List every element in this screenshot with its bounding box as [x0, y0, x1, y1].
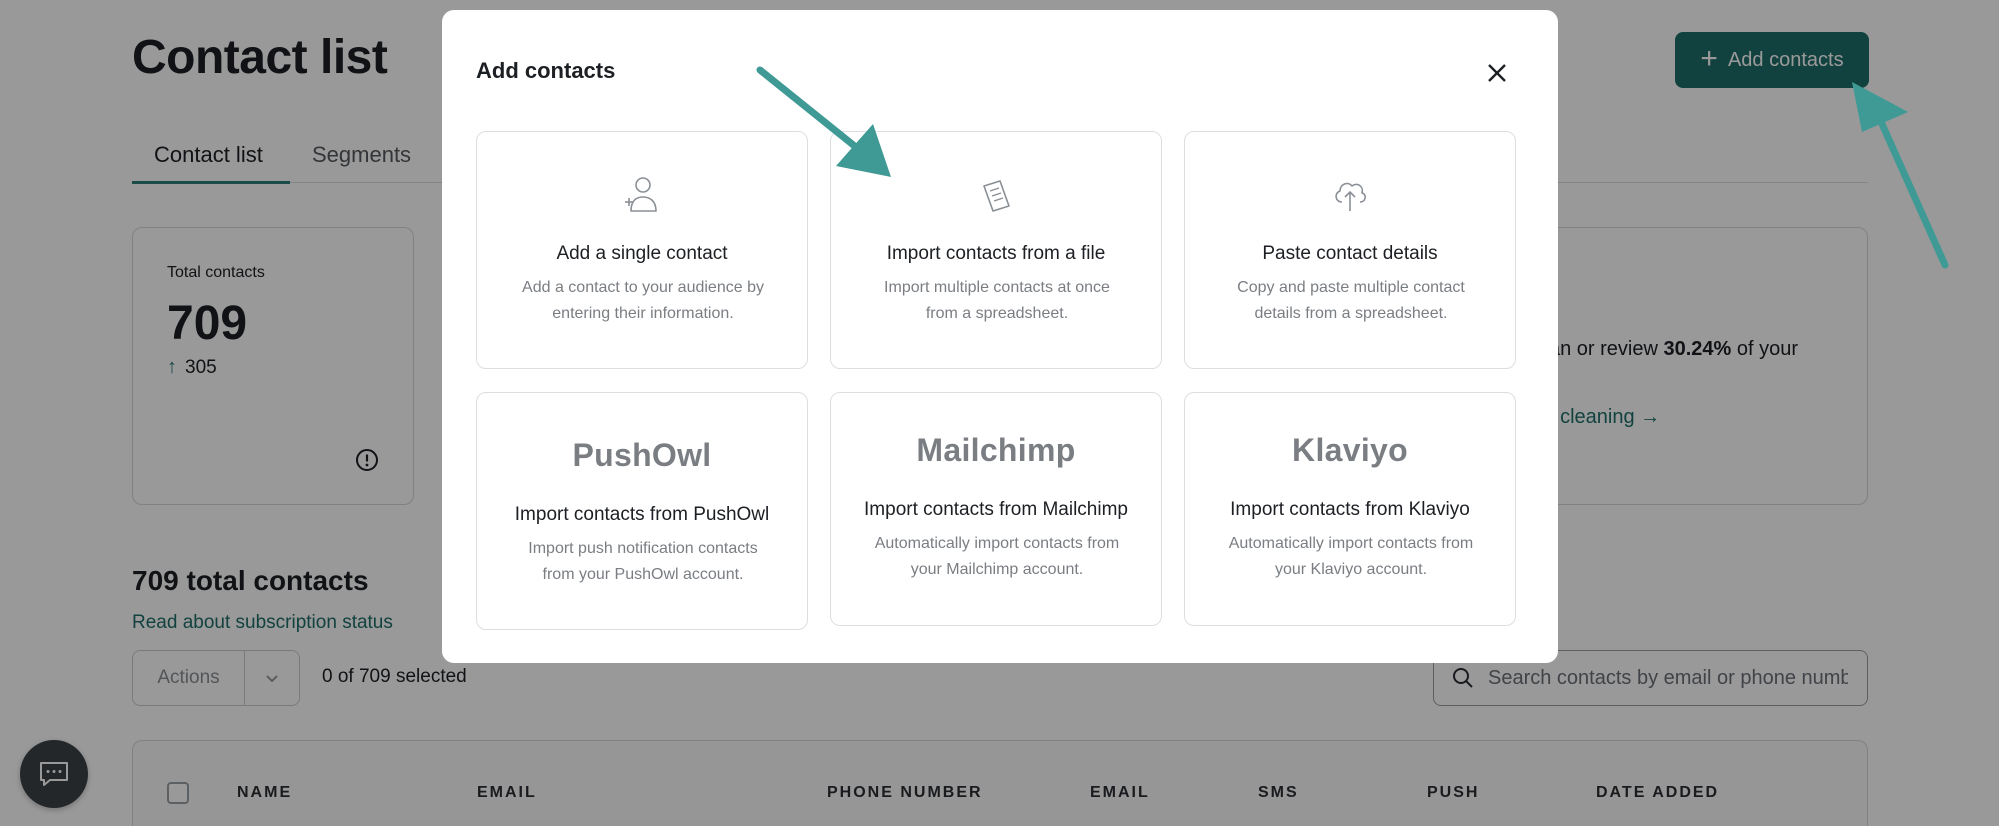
- add-contacts-modal: Add contacts Add a single contact Add a …: [442, 10, 1558, 663]
- option-title: Import contacts from Mailchimp: [864, 499, 1128, 520]
- option-description: Automatically import contacts from your …: [874, 535, 1120, 578]
- option-title: Import contacts from Klaviyo: [1230, 499, 1470, 520]
- option-description: Automatically import contacts from your …: [1228, 535, 1474, 578]
- option-description: Import multiple contacts at once from a …: [884, 279, 1110, 322]
- close-icon: [1488, 64, 1506, 82]
- cloud-upload-icon: [1185, 174, 1515, 214]
- option-description: Add a contact to your audience by enteri…: [522, 279, 764, 322]
- file-document-icon: [831, 176, 1161, 216]
- option-import-pushowl[interactable]: PushOwl Import contacts from PushOwl Imp…: [476, 392, 808, 630]
- modal-title: Add contacts: [476, 58, 616, 83]
- option-description: Import push notification contacts from y…: [528, 540, 758, 583]
- klaviyo-logo: Klaviyo: [1292, 432, 1408, 468]
- mailchimp-logo: Mailchimp: [916, 432, 1076, 468]
- pushowl-logo: PushOwl: [572, 437, 712, 473]
- option-title: Add a single contact: [556, 243, 728, 264]
- option-import-klaviyo[interactable]: Klaviyo Import contacts from Klaviyo Aut…: [1184, 392, 1516, 626]
- add-user-icon: [477, 174, 807, 214]
- close-button[interactable]: [1482, 58, 1512, 88]
- option-title: Import contacts from a file: [886, 243, 1106, 264]
- option-paste-contact-details[interactable]: Paste contact details Copy and paste mul…: [1184, 131, 1516, 369]
- option-title: Import contacts from PushOwl: [514, 504, 770, 525]
- option-description: Copy and paste multiple contact details …: [1237, 279, 1465, 322]
- option-title: Paste contact details: [1262, 243, 1438, 264]
- option-import-from-file[interactable]: Import contacts from a file Import multi…: [830, 131, 1162, 369]
- option-import-mailchimp[interactable]: Mailchimp Import contacts from Mailchimp…: [830, 392, 1162, 626]
- option-add-single-contact[interactable]: Add a single contact Add a contact to yo…: [476, 131, 808, 369]
